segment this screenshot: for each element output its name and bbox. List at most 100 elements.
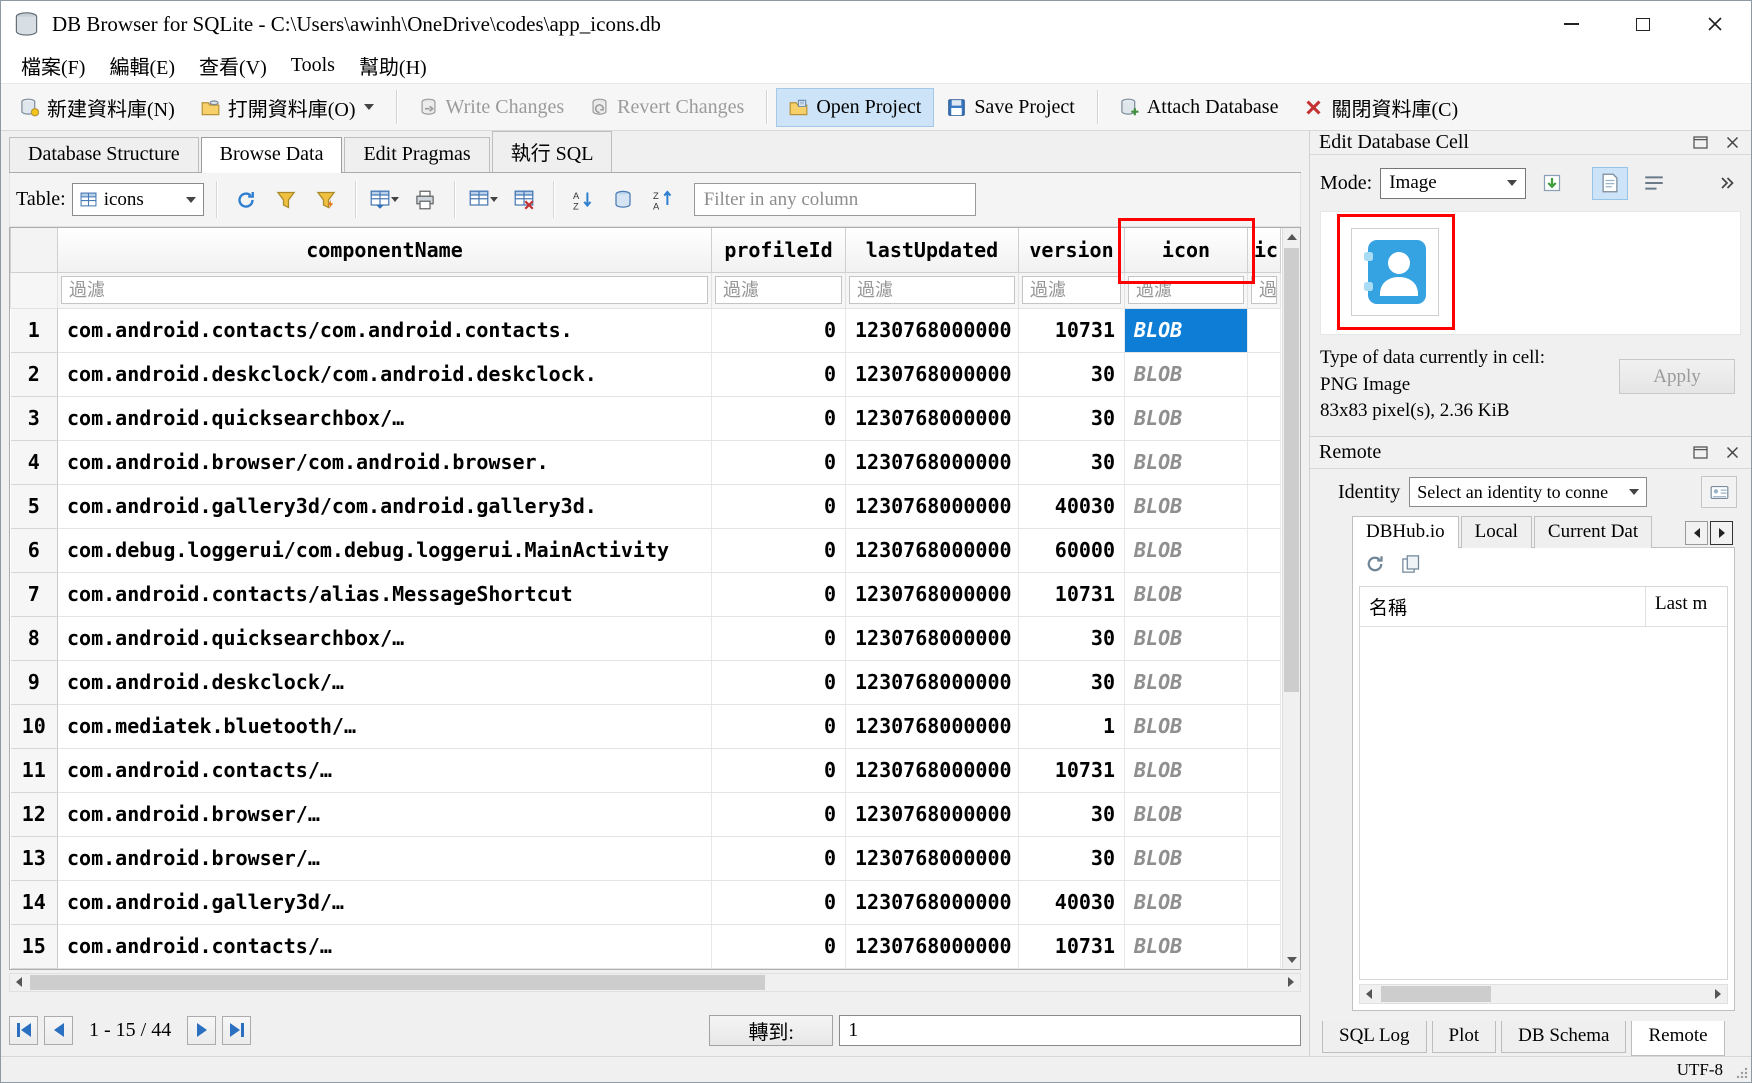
cell-componentname[interactable]: com.android.gallery3d/com.android.galler… (58, 484, 712, 528)
cell-componentname[interactable]: com.android.contacts/… (58, 748, 712, 792)
cell-profileid[interactable]: 0 (712, 660, 846, 704)
remote-tab[interactable]: Local (1461, 516, 1532, 548)
row-number[interactable]: 15 (11, 924, 58, 968)
cell-version[interactable]: 1 (1019, 704, 1125, 748)
cell-profileid[interactable]: 0 (712, 352, 846, 396)
cell-icon[interactable]: BLOB (1125, 704, 1248, 748)
cell-clipped[interactable] (1248, 880, 1281, 924)
close-panel-button[interactable] (1722, 133, 1742, 153)
doc-tab[interactable]: Database Structure (9, 137, 199, 172)
toolbar-overflow-button[interactable] (1713, 167, 1741, 200)
previous-record-button[interactable] (44, 1016, 73, 1045)
row-number[interactable]: 1 (11, 308, 58, 352)
doc-tab[interactable]: Browse Data (201, 137, 343, 173)
dock-tab[interactable]: Remote (1631, 1021, 1724, 1056)
open-database-button[interactable]: 打開資料庫(O) (188, 85, 387, 130)
cell-profileid[interactable]: 0 (712, 748, 846, 792)
cell-clipped[interactable] (1248, 924, 1281, 968)
remote-tab[interactable]: Current Dat (1534, 516, 1652, 548)
cell-version[interactable]: 60000 (1019, 528, 1125, 572)
row-number[interactable]: 5 (11, 484, 58, 528)
cell-icon[interactable]: BLOB (1125, 880, 1248, 924)
cell-componentname[interactable]: com.android.contacts/… (58, 924, 712, 968)
remote-tab[interactable]: DBHub.io (1352, 516, 1459, 548)
cell-version[interactable]: 10731 (1019, 572, 1125, 616)
print-button[interactable] (408, 183, 442, 216)
menu-item[interactable]: 編輯(E) (97, 48, 187, 83)
cell-icon[interactable]: BLOB (1125, 836, 1248, 880)
row-number[interactable]: 12 (11, 792, 58, 836)
cell-profileid[interactable]: 0 (712, 484, 846, 528)
close-remote-button[interactable] (1722, 443, 1742, 463)
cell-icon[interactable]: BLOB (1125, 924, 1248, 968)
last-record-button[interactable] (222, 1016, 251, 1045)
upload-identity-button[interactable] (1701, 476, 1737, 508)
close-database-button[interactable]: 關閉資料庫(C) (1291, 85, 1471, 130)
sort-ascending-button[interactable]: AZ (566, 183, 600, 216)
cell-clipped[interactable] (1248, 352, 1281, 396)
remote-scroll-thumb[interactable] (1381, 986, 1491, 1002)
open-project-button[interactable]: Open Project (776, 88, 934, 127)
sort-descending-button[interactable]: ZA (646, 183, 680, 216)
tab-scroll-right-button[interactable] (1710, 521, 1733, 545)
cell-icon[interactable]: BLOB (1125, 748, 1248, 792)
cell-componentname[interactable]: com.android.deskclock/com.android.deskcl… (58, 352, 712, 396)
import-data-button[interactable] (1534, 167, 1570, 200)
cell-lastupdated[interactable]: 1230768000000 (846, 660, 1019, 704)
filter-input-clipped[interactable]: 過濾 (1251, 276, 1277, 304)
remote-clone-button[interactable] (1401, 554, 1421, 580)
cell-lastupdated[interactable]: 1230768000000 (846, 308, 1019, 352)
remote-horizontal-scrollbar[interactable] (1359, 984, 1728, 1004)
cell-lastupdated[interactable]: 1230768000000 (846, 616, 1019, 660)
refresh-button[interactable] (229, 183, 263, 216)
menu-item[interactable]: 查看(V) (187, 48, 279, 83)
menu-item[interactable]: 幫助(H) (347, 48, 439, 83)
mode-select[interactable]: Image (1380, 168, 1526, 199)
cell-lastupdated[interactable]: 1230768000000 (846, 748, 1019, 792)
cell-clipped[interactable] (1248, 572, 1281, 616)
cell-clipped[interactable] (1248, 484, 1281, 528)
cell-profileid[interactable]: 0 (712, 396, 846, 440)
cell-lastupdated[interactable]: 1230768000000 (846, 924, 1019, 968)
vertical-scroll-thumb[interactable] (1284, 248, 1299, 692)
cell-version[interactable]: 30 (1019, 836, 1125, 880)
cell-lastupdated[interactable]: 1230768000000 (846, 792, 1019, 836)
cell-profileid[interactable]: 0 (712, 308, 846, 352)
cell-componentname[interactable]: com.android.contacts/com.android.contact… (58, 308, 712, 352)
scroll-down-button[interactable] (1283, 951, 1300, 969)
maximize-button[interactable] (1607, 1, 1679, 47)
tab-scroll-left-button[interactable] (1685, 521, 1708, 545)
cell-version[interactable]: 30 (1019, 396, 1125, 440)
cell-icon[interactable]: BLOB (1125, 792, 1248, 836)
cell-clipped[interactable] (1248, 748, 1281, 792)
row-number[interactable]: 2 (11, 352, 58, 396)
filter-input-icon[interactable]: 過濾 (1128, 276, 1244, 304)
cell-profileid[interactable]: 0 (712, 836, 846, 880)
revert-changes-button[interactable]: Revert Changes (577, 88, 757, 127)
cell-lastupdated[interactable]: 1230768000000 (846, 396, 1019, 440)
cell-version[interactable]: 10731 (1019, 308, 1125, 352)
row-number[interactable]: 10 (11, 704, 58, 748)
column-header-profileid[interactable]: profileId (712, 228, 846, 272)
cell-clipped[interactable] (1248, 528, 1281, 572)
new-database-button[interactable]: 新建資料庫(N) (7, 85, 188, 130)
scroll-up-button[interactable] (1283, 228, 1300, 246)
apply-button[interactable]: Apply (1619, 359, 1735, 394)
scroll-left-button[interactable] (10, 974, 28, 991)
grid-vertical-scrollbar[interactable] (1282, 228, 1300, 969)
filter-any-column-input[interactable] (694, 183, 976, 216)
cell-clipped[interactable] (1248, 660, 1281, 704)
dock-tab[interactable]: DB Schema (1501, 1021, 1626, 1053)
insert-record-button[interactable] (368, 183, 402, 216)
column-header-icon[interactable]: icon (1125, 228, 1248, 272)
menu-item[interactable]: 檔案(F) (9, 48, 97, 83)
row-number[interactable]: 6 (11, 528, 58, 572)
horizontal-scroll-thumb[interactable] (30, 975, 765, 990)
cell-componentname[interactable]: com.android.quicksearchbox/… (58, 616, 712, 660)
cell-version[interactable]: 10731 (1019, 748, 1125, 792)
cell-profileid[interactable]: 0 (712, 616, 846, 660)
row-number[interactable]: 14 (11, 880, 58, 924)
cell-icon[interactable]: BLOB (1125, 308, 1248, 352)
cell-componentname[interactable]: com.android.browser/… (58, 836, 712, 880)
filter-input-lastupdated[interactable]: 過濾 (849, 276, 1015, 304)
